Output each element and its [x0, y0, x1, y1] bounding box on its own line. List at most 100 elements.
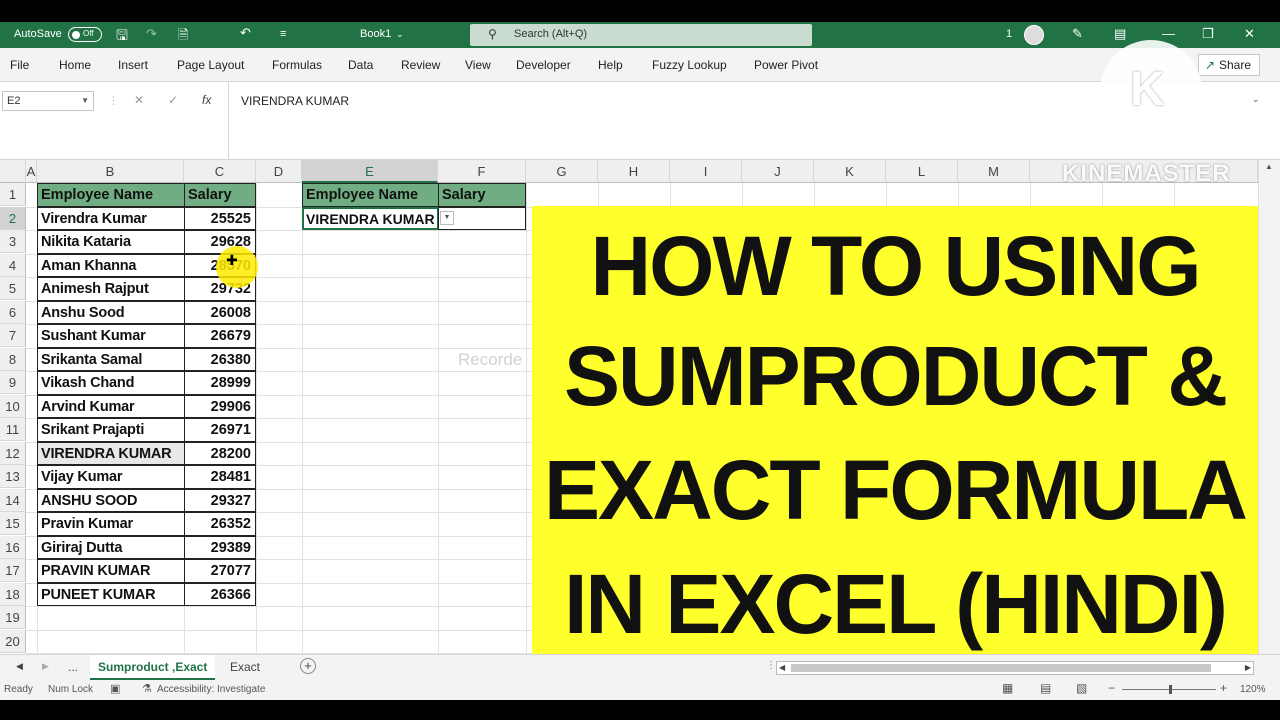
menu-file[interactable]: File — [10, 58, 29, 72]
zoom-level[interactable]: 120% — [1240, 684, 1266, 695]
column-header-c[interactable]: C — [184, 160, 256, 183]
close-icon[interactable]: ✕ — [1244, 26, 1255, 42]
column-header-h[interactable]: H — [598, 160, 670, 183]
employee-name-cell[interactable]: PUNEET KUMAR — [37, 582, 185, 606]
search-box[interactable]: ⚲ Search (Alt+Q) — [470, 24, 812, 46]
share-button[interactable]: ↗ Share — [1198, 54, 1260, 76]
scroll-thumb[interactable] — [791, 664, 1211, 672]
split-handle-icon[interactable]: ⋮ — [766, 660, 776, 671]
column-header-a[interactable]: A — [26, 160, 37, 183]
lookup-salary-cell[interactable] — [438, 206, 526, 230]
row-header[interactable]: 17 — [0, 559, 26, 582]
row-header[interactable]: 16 — [0, 535, 26, 559]
row-header[interactable]: 3 — [0, 230, 26, 253]
column-header-k[interactable]: K — [814, 160, 886, 183]
lookup-header-name[interactable]: Employee Name — [302, 183, 439, 207]
row-header[interactable]: 18 — [0, 582, 26, 606]
status-accessibility[interactable]: Accessibility: Investigate — [157, 684, 265, 695]
salary-cell[interactable]: 26380 — [184, 347, 256, 371]
salary-cell[interactable]: 28481 — [184, 465, 256, 489]
insert-function-icon[interactable]: fx — [202, 93, 211, 107]
chevron-down-icon[interactable]: ⌄ — [396, 29, 404, 40]
tab-sumproduct-exact[interactable]: Sumproduct ,Exact — [90, 655, 216, 680]
salary-cell[interactable]: 26366 — [184, 582, 256, 606]
next-sheet-icon[interactable]: ▶ — [42, 661, 49, 672]
employee-name-cell[interactable]: PRAVIN KUMAR — [37, 559, 185, 583]
cancel-icon[interactable]: ✕ — [134, 93, 144, 107]
row-header[interactable]: 19 — [0, 606, 26, 629]
menu-help[interactable]: Help — [598, 58, 623, 72]
employee-name-cell[interactable]: Nikita Kataria — [37, 230, 185, 254]
zoom-slider-handle[interactable] — [1169, 685, 1172, 694]
expand-formula-icon[interactable]: ⌄ — [1252, 94, 1260, 105]
row-header[interactable]: 15 — [0, 512, 26, 535]
salary-cell[interactable]: 29389 — [184, 535, 256, 559]
accessibility-icon[interactable]: ⚗ — [142, 682, 152, 695]
menu-page-layout[interactable]: Page Layout — [177, 58, 244, 72]
employee-name-cell[interactable]: Vikash Chand — [37, 371, 185, 395]
ribbon-display-icon[interactable]: ▤ — [1114, 26, 1126, 42]
macro-record-icon[interactable]: ▣ — [110, 682, 120, 695]
menu-power-pivot[interactable]: Power Pivot — [754, 58, 818, 72]
row-header[interactable]: 12 — [0, 441, 26, 465]
employee-name-cell[interactable]: Srikant Prajapti — [37, 418, 185, 442]
column-header-b[interactable]: B — [37, 160, 184, 183]
row-header[interactable]: 5 — [0, 277, 26, 300]
menu-developer[interactable]: Developer — [516, 58, 571, 72]
employee-name-cell[interactable]: Sushant Kumar — [37, 324, 185, 348]
row-header[interactable]: 1 — [0, 183, 26, 206]
zoom-out-icon[interactable]: − — [1108, 681, 1115, 695]
column-header-i[interactable]: I — [670, 160, 742, 183]
lookup-name-cell[interactable]: VIRENDRA KUMAR — [302, 206, 439, 230]
row-header[interactable]: 2 — [0, 206, 26, 230]
employee-name-cell[interactable]: Pravin Kumar — [37, 512, 185, 536]
chevron-down-icon[interactable]: ▼ — [81, 92, 89, 110]
restore-icon[interactable]: ❐ — [1202, 26, 1214, 42]
employee-name-cell[interactable]: Srikanta Samal — [37, 347, 185, 371]
autosave-toggle[interactable]: Off — [68, 27, 102, 42]
column-header-l[interactable]: L — [886, 160, 958, 183]
column-header-e[interactable]: E — [302, 160, 438, 183]
salary-cell[interactable]: 29906 — [184, 394, 256, 418]
prev-sheet-icon[interactable]: ◀ — [16, 661, 23, 672]
add-sheet-icon[interactable]: + — [300, 658, 316, 674]
horizontal-scrollbar[interactable]: ◀ ▶ — [776, 661, 1254, 675]
file-icon[interactable]: 🗎 — [178, 26, 188, 48]
employee-name-cell[interactable]: Vijay Kumar — [37, 465, 185, 489]
scroll-right-icon[interactable]: ▶ — [1245, 663, 1251, 672]
more-options-icon[interactable]: ⋮ — [108, 94, 119, 107]
scroll-up-icon[interactable]: ▲ — [1265, 162, 1273, 171]
salary-cell[interactable]: 29327 — [184, 488, 256, 512]
document-title[interactable]: Book1 — [360, 28, 391, 40]
name-box[interactable]: E2 ▼ — [2, 91, 94, 111]
avatar[interactable] — [1024, 25, 1044, 45]
more-sheets[interactable]: ... — [60, 655, 86, 680]
employee-name-cell[interactable]: Anshu Sood — [37, 300, 185, 324]
menu-view[interactable]: View — [465, 58, 491, 72]
save-icon[interactable]: 🖫 — [116, 25, 128, 49]
column-header-g[interactable]: G — [526, 160, 598, 183]
employee-name-cell[interactable]: ANSHU SOOD — [37, 488, 185, 512]
column-header-d[interactable]: D — [256, 160, 302, 183]
salary-cell[interactable]: 26679 — [184, 324, 256, 348]
row-header[interactable]: 7 — [0, 324, 26, 347]
enter-icon[interactable]: ✓ — [168, 93, 178, 107]
pen-icon[interactable]: ✎ — [1072, 26, 1083, 42]
select-all-corner[interactable] — [0, 160, 26, 183]
vertical-scrollbar[interactable]: ▲ — [1258, 160, 1280, 654]
row-header[interactable]: 11 — [0, 418, 26, 441]
lookup-header-salary[interactable]: Salary — [438, 183, 526, 207]
page-break-icon[interactable]: ▧ — [1076, 681, 1087, 695]
employee-name-cell[interactable]: Virendra Kumar — [37, 206, 185, 230]
column-header-j[interactable]: J — [742, 160, 814, 183]
row-header[interactable]: 8 — [0, 347, 26, 371]
row-header[interactable]: 10 — [0, 394, 26, 418]
zoom-in-icon[interactable]: + — [1220, 681, 1227, 695]
salary-cell[interactable]: 26971 — [184, 418, 256, 442]
salary-cell[interactable]: 28200 — [184, 441, 256, 465]
salary-cell[interactable]: 26352 — [184, 512, 256, 536]
row-header[interactable]: 20 — [0, 629, 26, 653]
salary-cell[interactable]: 25525 — [184, 206, 256, 230]
employee-name-cell[interactable]: VIRENDRA KUMAR — [37, 441, 185, 465]
column-header-m[interactable]: M — [958, 160, 1030, 183]
